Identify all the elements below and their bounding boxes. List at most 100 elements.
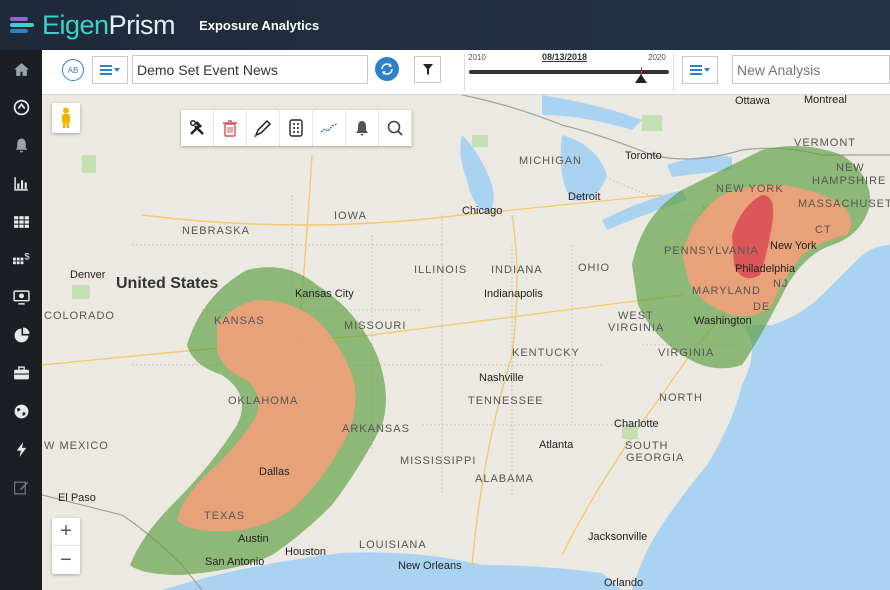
street-view-button[interactable] <box>52 103 80 133</box>
bell-icon <box>356 121 368 136</box>
bell-icon[interactable] <box>0 126 42 164</box>
list-menu-icon <box>690 65 710 75</box>
trash-icon <box>223 120 237 137</box>
state-label: NORTH <box>659 392 703 404</box>
drawing-toolbar <box>181 110 412 146</box>
state-label: MISSISSIPPI <box>400 455 477 467</box>
dollar-grid-icon[interactable]: $ <box>0 240 42 278</box>
city-label: San Antonio <box>205 556 265 568</box>
trend-line-icon <box>320 123 338 133</box>
draw-button[interactable] <box>247 110 280 146</box>
city-label: Chicago <box>462 205 503 217</box>
globe-sync-icon[interactable] <box>0 88 42 126</box>
search-icon <box>387 120 403 136</box>
home-icon[interactable] <box>0 50 42 88</box>
pencil-icon <box>254 119 272 138</box>
map-canvas <box>42 95 890 590</box>
timeline-current-date: 08/13/2018 <box>542 52 588 62</box>
analysis-toolbar: AB 2010 08/13/2018 2020 <box>42 50 890 95</box>
state-label: VIRGINIA <box>608 322 665 334</box>
city-label: Jacksonville <box>588 531 648 543</box>
state-label: OKLAHOMA <box>228 395 299 407</box>
state-label: IOWA <box>334 210 367 222</box>
tools-button[interactable] <box>181 110 214 146</box>
city-label: New Orleans <box>398 560 462 572</box>
state-label: SOUTH <box>625 440 669 452</box>
state-label: TEXAS <box>204 510 246 522</box>
state-label: MARYLAND <box>692 285 761 297</box>
state-label: MICHIGAN <box>519 155 582 167</box>
state-label: NEBRASKA <box>182 225 250 237</box>
analysis-list-menu-button[interactable] <box>682 56 718 84</box>
grid-icon[interactable] <box>0 202 42 240</box>
city-label: New York <box>770 240 817 252</box>
state-label: ARKANSAS <box>342 423 410 435</box>
state-label: VIRGINIA <box>658 347 715 359</box>
state-label: WEST <box>618 310 654 322</box>
app-title: Exposure Analytics <box>199 17 320 33</box>
timeline-handle[interactable] <box>635 74 647 83</box>
state-label: MASSACHUSETTS <box>798 198 890 210</box>
state-label: GEORGIA <box>626 452 685 464</box>
zoom-controls: + − <box>52 518 80 574</box>
city-label: Indianapolis <box>484 288 543 300</box>
event-list-menu-button[interactable] <box>92 56 128 84</box>
state-label: NEW YORK <box>716 183 784 195</box>
timeline-slider[interactable]: 2010 08/13/2018 2020 <box>464 52 674 91</box>
filter-button[interactable] <box>414 56 441 83</box>
lightning-icon[interactable] <box>0 430 42 468</box>
city-label: Montreal <box>804 95 847 106</box>
state-label: ILLINOIS <box>414 264 468 276</box>
city-label: Denver <box>70 269 106 281</box>
bar-chart-icon[interactable] <box>0 164 42 202</box>
analysis-name-input[interactable] <box>732 55 890 84</box>
svg-text:$: $ <box>24 251 30 262</box>
city-label: Philadelphia <box>735 263 795 275</box>
trend-button[interactable] <box>313 110 346 146</box>
state-label: INDIANA <box>491 264 543 276</box>
pie-chart-icon[interactable] <box>0 316 42 354</box>
zoom-in-button[interactable]: + <box>52 518 80 546</box>
state-label: PENNSYLVANIA <box>664 245 759 257</box>
list-menu-icon <box>100 65 120 75</box>
calculator-button[interactable] <box>280 110 313 146</box>
delete-button[interactable] <box>214 110 247 146</box>
timeline-max-label: 2020 <box>648 53 666 62</box>
zoom-out-button[interactable]: − <box>52 546 80 574</box>
city-label: Austin <box>238 533 269 545</box>
briefcase-icon[interactable] <box>0 354 42 392</box>
state-label: HAMPSHIRE <box>812 175 887 187</box>
sidebar: $ <box>0 50 42 590</box>
state-label: TENNESSEE <box>468 395 544 407</box>
alerts-button[interactable] <box>346 110 379 146</box>
city-label: Orlando <box>604 577 644 589</box>
city-label: Detroit <box>568 191 601 203</box>
sync-button[interactable] <box>375 57 399 81</box>
country-label: United States <box>116 275 219 292</box>
search-button[interactable] <box>379 110 412 146</box>
globe-icon[interactable] <box>0 392 42 430</box>
city-label: Charlotte <box>614 418 659 430</box>
state-label: COLORADO <box>44 310 115 322</box>
monitor-icon[interactable] <box>0 278 42 316</box>
state-label: MISSOURI <box>344 320 407 332</box>
city-label: Ottawa <box>735 95 770 107</box>
city-label: Washington <box>694 315 752 327</box>
city-label: Houston <box>285 546 326 558</box>
state-label: LOUISIANA <box>359 539 427 551</box>
pegman-icon <box>62 107 70 128</box>
state-label: DE <box>753 301 771 313</box>
calculator-icon <box>289 119 303 137</box>
state-label: NJ <box>773 278 789 290</box>
event-set-input[interactable] <box>132 55 368 84</box>
state-label: KENTUCKY <box>512 347 580 359</box>
ab-badge-icon[interactable]: AB <box>62 59 84 81</box>
edit-icon[interactable] <box>0 468 42 506</box>
city-label: El Paso <box>58 492 96 504</box>
city-label: Toronto <box>625 150 662 162</box>
app-logo[interactable]: EigenPrism <box>10 9 176 41</box>
city-label: Dallas <box>259 466 290 478</box>
timeline-min-label: 2010 <box>468 53 486 62</box>
map-view[interactable]: NEBRASKA IOWA ILLINOIS INDIANA OHIO KANS… <box>42 95 890 590</box>
logo-text: EigenPrism <box>42 9 176 40</box>
